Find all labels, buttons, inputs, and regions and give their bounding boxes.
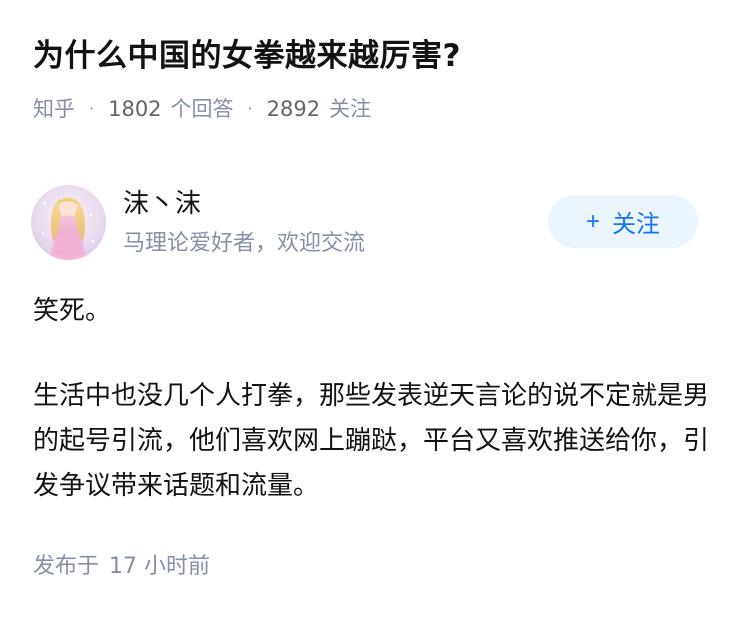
answer-paragraph: 笑死。 xyxy=(33,296,112,326)
published-time: 发布于 17 小时前 xyxy=(33,550,210,584)
published-label: 发布于 xyxy=(33,554,100,579)
answer-content: 笑死。 生活中也没几个人打拳，那些发表逆天言论的说不定就是男的起号引流，他们喜欢… xyxy=(33,288,723,509)
author-bio: 马理论爱好者，欢迎交流 xyxy=(123,231,366,256)
question-title[interactable]: 为什么中国的女拳越来越厉害? xyxy=(33,34,461,78)
author-name[interactable]: 沫丶沫 xyxy=(123,186,201,222)
follow-button[interactable]: + 关注 xyxy=(548,195,698,248)
answer-count: 1802 xyxy=(108,97,162,121)
follower-count: 2892 xyxy=(266,97,321,121)
avatar[interactable] xyxy=(31,185,106,260)
follow-button-label: 关注 xyxy=(612,211,660,238)
avatar-illustration-icon xyxy=(31,185,106,260)
published-time-value: 17 小时前 xyxy=(109,554,211,579)
answer-paragraph: 生活中也没几个人打拳，那些发表逆天言论的说不定就是男的起号引流，他们喜欢网上蹦跶… xyxy=(33,381,710,501)
question-meta: 知乎 · 1802 个回答 · 2892 关注 xyxy=(33,94,371,124)
answer-page: 为什么中国的女拳越来越厉害? 知乎 · 1802 个回答 · 2892 关注 沫… xyxy=(0,0,750,618)
source-label[interactable]: 知乎 xyxy=(33,94,75,124)
answer-count-label[interactable]: 个回答 xyxy=(171,94,234,124)
meta-separator: · xyxy=(89,99,95,118)
meta-separator: · xyxy=(247,99,253,118)
follower-count-label: 关注 xyxy=(329,97,372,121)
plus-icon: + xyxy=(585,207,600,235)
